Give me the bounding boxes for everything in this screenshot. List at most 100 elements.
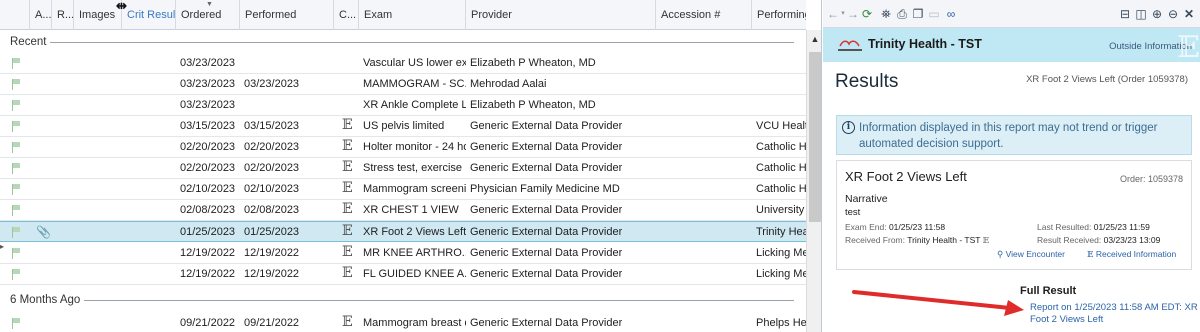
external-source-icon: 𝔼	[342, 180, 353, 196]
result-received-value: 03/23/23 13:09	[1103, 235, 1161, 245]
group-divider	[50, 42, 794, 43]
info-icon: i	[842, 121, 855, 134]
cell-performing: Licking Mer	[756, 247, 806, 259]
full-report-link[interactable]: Report on 1/25/2023 11:58 AM EDT: XR Foo…	[1030, 302, 1200, 326]
back-arrow-icon[interactable]: ←	[827, 6, 839, 22]
scrollbar-thumb[interactable]	[809, 52, 821, 222]
external-source-icon: 𝔼	[342, 138, 353, 154]
cell-exam: XR Ankle Complete Left	[363, 99, 466, 111]
external-watermark-icon: 𝔼	[1177, 30, 1200, 65]
cell-ordered: 09/21/2022	[180, 317, 236, 329]
flag-icon	[12, 79, 21, 90]
column-header-provider[interactable]: Provider	[466, 0, 656, 30]
column-header-ordered[interactable]: ▼ Ordered	[176, 0, 240, 30]
received-from-label: Received From:	[845, 235, 905, 245]
cell-performed	[240, 95, 244, 116]
table-row[interactable]: 03/15/2023 03/15/2023 𝔼 US pelvis limite…	[0, 116, 806, 137]
cell-provider: Generic External Data Provider	[470, 268, 623, 280]
external-source-icon: 𝔼	[982, 236, 990, 246]
copy-icon[interactable]: ❐	[911, 6, 925, 22]
zoom-out-icon[interactable]: ⊖	[1166, 6, 1180, 22]
export-icon[interactable]: ▭	[927, 6, 941, 22]
external-source-icon: 𝔼	[342, 244, 353, 260]
cell-performing: VCU Health	[756, 120, 806, 132]
flag-icon	[12, 58, 21, 69]
received-information-link[interactable]: 𝔼 Received Information	[1087, 249, 1176, 260]
cell-performing	[752, 53, 806, 74]
flag-icon	[12, 121, 21, 132]
column-header-c[interactable]: C...	[334, 0, 359, 30]
cell-performed: 02/10/2023	[244, 183, 300, 195]
column-header-flag[interactable]	[0, 0, 30, 30]
info-notice: i Information displayed in this report m…	[836, 115, 1192, 155]
column-header-r[interactable]: R...	[52, 0, 74, 30]
print-icon[interactable]: ⎙	[895, 6, 909, 22]
table-row[interactable]: 03/23/2023 XR Ankle Complete Left Elizab…	[0, 95, 806, 116]
grid-vertical-scrollbar[interactable]: ▲	[806, 30, 821, 332]
group-divider	[84, 300, 794, 301]
cell-ordered: 02/20/2023	[180, 162, 236, 174]
table-row-selected[interactable]: 📎 01/25/2023 01/25/2023 𝔼 XR Foot 2 View…	[0, 221, 806, 242]
cell-performed: 02/08/2023	[244, 204, 300, 216]
column-header-crit-result[interactable]: Crit Result	[122, 0, 176, 30]
table-row[interactable]: 12/19/2022 12/19/2022 𝔼 MR KNEE ARTHRO..…	[0, 243, 806, 264]
column-header-exam[interactable]: Exam	[359, 0, 466, 30]
column-header-performing[interactable]: Performing	[752, 0, 806, 30]
cell-performing: Catholic He	[756, 162, 806, 174]
cell-provider: Mehrodad Aalai	[470, 78, 547, 90]
external-source-icon: 𝔼	[342, 117, 353, 133]
last-resulted-label: Last Resulted:	[1037, 222, 1092, 232]
table-row[interactable]: 02/10/2023 02/10/2023 𝔼 Mammogram screen…	[0, 179, 806, 200]
column-resize-cursor-icon: ⇹	[116, 0, 127, 13]
layout-horizontal-icon[interactable]: ⊟	[1118, 6, 1132, 22]
exam-end-label: Exam End:	[845, 222, 887, 232]
cell-performing: University H	[756, 204, 806, 216]
refresh-icon[interactable]: ⟳	[860, 6, 874, 22]
flag-icon	[12, 163, 21, 174]
panel-toolbar: ← ▾ → ⟳ ⛯ ⎙ ❐ ▭ ∞ ⊟ ◫ ⊕ ⊖ ✕	[823, 0, 1200, 28]
table-row[interactable]: 02/20/2023 02/20/2023 𝔼 Holter monitor -…	[0, 137, 806, 158]
cell-performed: 12/19/2022	[244, 268, 300, 280]
column-header-accession[interactable]: Accession #	[656, 0, 752, 30]
flag-icon	[12, 100, 21, 111]
column-header-images[interactable]: Images	[74, 0, 122, 30]
cell-performed	[240, 53, 244, 74]
cell-exam: Mammogram breast d...	[363, 317, 466, 329]
scroll-up-arrow-icon[interactable]: ▲	[807, 34, 821, 44]
column-header-performed[interactable]: Performed	[240, 0, 334, 30]
layout-vertical-icon[interactable]: ◫	[1134, 6, 1148, 22]
cell-provider: Generic External Data Provider	[470, 204, 623, 216]
group-header-recent[interactable]: Recent	[0, 31, 806, 53]
cell-ordered: 03/23/2023	[180, 78, 236, 90]
cell-exam: FL GUIDED KNEE A...	[363, 268, 466, 280]
table-row[interactable]: 03/23/2023 03/23/2023 MAMMOGRAM - SC... …	[0, 74, 806, 95]
attachment-icon[interactable]: 📎	[36, 225, 51, 239]
group-header-6-months-ago[interactable]: 6 Months Ago	[0, 289, 806, 311]
cell-exam: XR Foot 2 Views Left	[363, 226, 466, 238]
external-source-icon: 𝔼	[342, 265, 353, 281]
table-row[interactable]: 03/23/2023 Vascular US lower ex... Eliza…	[0, 53, 806, 74]
table-row[interactable]: 12/19/2022 12/19/2022 𝔼 FL GUIDED KNEE A…	[0, 264, 806, 285]
forward-arrow-icon[interactable]: →	[847, 6, 859, 22]
back-dropdown-icon[interactable]: ▾	[839, 6, 847, 22]
flag-icon	[12, 269, 21, 280]
result-received: Result Received: 03/23/23 13:09	[1037, 235, 1160, 245]
view-encounter-link[interactable]: ⚲ View Encounter	[997, 249, 1065, 260]
narrative-label: Narrative	[845, 193, 888, 205]
table-row[interactable]: 02/08/2023 02/08/2023 𝔼 XR CHEST 1 VIEW …	[0, 200, 806, 221]
group-label: 6 Months Ago	[10, 294, 81, 306]
close-icon[interactable]: ✕	[1182, 6, 1196, 22]
table-row[interactable]: 02/20/2023 02/20/2023 𝔼 Stress test, exe…	[0, 158, 806, 179]
table-row[interactable]: 09/21/2022 09/21/2022 𝔼 Mammogram breast…	[0, 313, 806, 332]
splitter-handle-icon[interactable]: ▸	[0, 242, 4, 251]
find-binoculars-icon[interactable]: ⛯	[879, 6, 893, 22]
cell-ordered: 01/25/2023	[180, 226, 236, 238]
link-icon[interactable]: ∞	[944, 6, 958, 22]
column-header-a[interactable]: A...	[30, 0, 52, 30]
exam-end-value: 01/25/23 11:58	[888, 222, 946, 232]
info-notice-text: Information displayed in this report may…	[859, 122, 1158, 150]
cell-performing: Licking Mer	[756, 268, 806, 280]
flag-icon	[12, 248, 21, 259]
received-from-value: Trinity Health - TST	[907, 235, 981, 245]
zoom-in-icon[interactable]: ⊕	[1150, 6, 1164, 22]
